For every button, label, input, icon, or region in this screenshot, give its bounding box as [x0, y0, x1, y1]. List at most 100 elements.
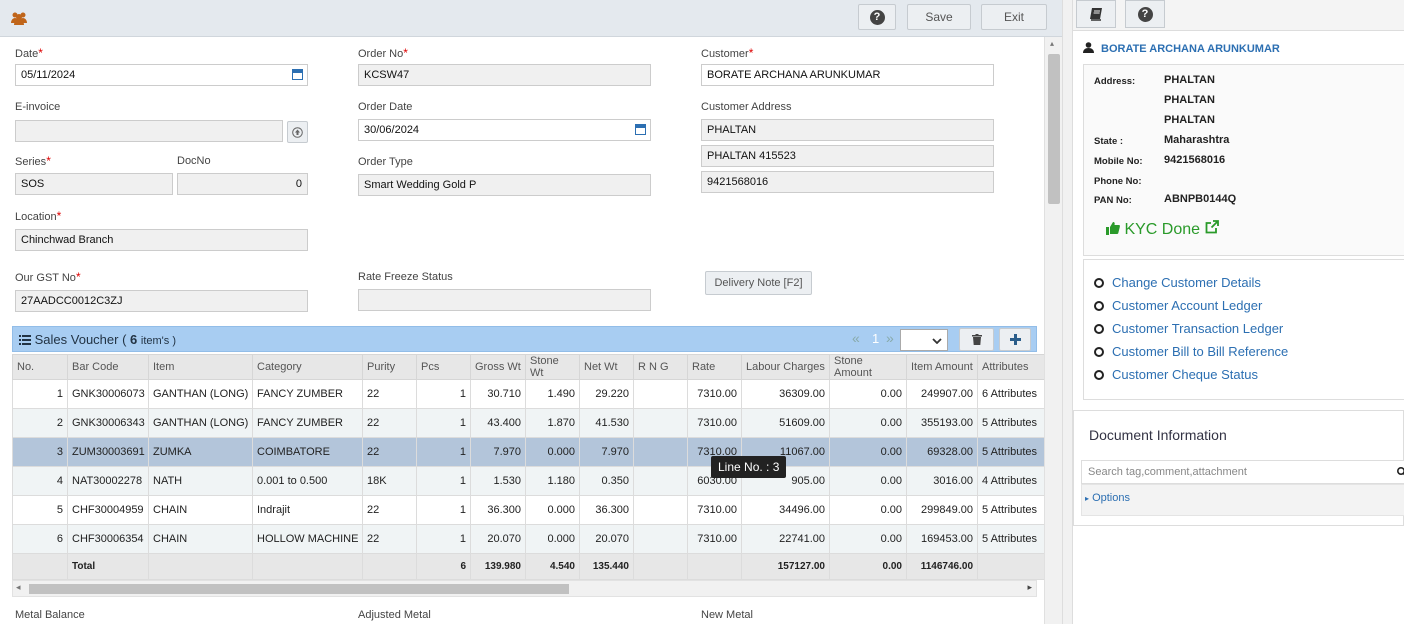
- customer-account-ledger-link[interactable]: Customer Account Ledger: [1094, 298, 1262, 313]
- table-cell[interactable]: 7310.00: [687, 495, 742, 525]
- change-customer-details-link[interactable]: Change Customer Details: [1094, 275, 1261, 290]
- table-cell[interactable]: [633, 437, 688, 467]
- table-cell[interactable]: NAT30002278: [67, 466, 149, 496]
- table-cell[interactable]: FANCY ZUMBER: [252, 379, 363, 409]
- table-cell[interactable]: 5 Attributes: [977, 495, 1044, 525]
- location-field[interactable]: Chinchwad Branch: [15, 229, 308, 251]
- table-cell[interactable]: CHAIN: [148, 495, 253, 525]
- table-cell[interactable]: 22: [362, 524, 417, 554]
- address-line2-field[interactable]: PHALTAN 415523: [701, 145, 994, 167]
- column-header[interactable]: R N G: [633, 354, 688, 380]
- table-cell[interactable]: 36309.00: [741, 379, 830, 409]
- table-cell[interactable]: 20.070: [470, 524, 526, 554]
- table-cell[interactable]: 22: [362, 379, 417, 409]
- order-type-field[interactable]: Smart Wedding Gold P: [358, 174, 651, 196]
- column-header[interactable]: Category: [252, 354, 363, 380]
- calendar-icon[interactable]: [635, 124, 646, 135]
- horizontal-scroll-thumb[interactable]: [29, 584, 569, 594]
- table-row[interactable]: 6 CHF30006354 CHAIN HOLLOW MACHINE 22 1 20.070…: [12, 524, 1044, 554]
- table-cell[interactable]: 355193.00: [906, 408, 978, 438]
- vertical-scrollbar[interactable]: ▴: [1044, 37, 1062, 624]
- table-cell[interactable]: [633, 524, 688, 554]
- table-cell[interactable]: 29.220: [579, 379, 634, 409]
- table-cell[interactable]: 4 Attributes: [977, 466, 1044, 496]
- options-toggle[interactable]: ▸ Options: [1081, 484, 1404, 516]
- table-cell[interactable]: 0.000: [525, 524, 580, 554]
- column-header[interactable]: Net Wt: [579, 354, 634, 380]
- table-cell[interactable]: 1: [416, 437, 471, 467]
- table-cell[interactable]: CHF30006354: [67, 524, 149, 554]
- table-cell[interactable]: 0.00: [829, 466, 907, 496]
- table-cell[interactable]: 6 Attributes: [977, 379, 1044, 409]
- table-cell[interactable]: 41.530: [579, 408, 634, 438]
- table-row[interactable]: 5 CHF30004959 CHAIN Indrajit 22 1 36.300 0.000 3…: [12, 495, 1044, 525]
- table-cell[interactable]: 1: [416, 408, 471, 438]
- table-cell[interactable]: 3016.00: [906, 466, 978, 496]
- panel-splitter[interactable]: [1062, 0, 1073, 624]
- table-cell[interactable]: 7310.00: [687, 408, 742, 438]
- table-cell[interactable]: 7.970: [470, 437, 526, 467]
- table-cell[interactable]: CHF30004959: [67, 495, 149, 525]
- table-cell[interactable]: 43.400: [470, 408, 526, 438]
- address-line1-field[interactable]: PHALTAN: [701, 119, 994, 141]
- address-line3-field[interactable]: 9421568016: [701, 171, 994, 193]
- table-cell[interactable]: 1.530: [470, 466, 526, 496]
- page-size-select[interactable]: [900, 329, 948, 351]
- horizontal-scrollbar[interactable]: ◂ ▸: [12, 580, 1037, 597]
- table-cell[interactable]: 0.00: [829, 495, 907, 525]
- delete-row-button[interactable]: [959, 328, 994, 351]
- column-header[interactable]: Bar Code: [67, 354, 149, 380]
- table-cell[interactable]: 1: [12, 379, 68, 409]
- table-cell[interactable]: COIMBATORE: [252, 437, 363, 467]
- einvoice-upload-button[interactable]: [287, 121, 308, 143]
- table-cell[interactable]: ZUMKA: [148, 437, 253, 467]
- table-cell[interactable]: 5 Attributes: [977, 524, 1044, 554]
- delivery-note-button[interactable]: Delivery Note [F2]: [705, 271, 812, 295]
- table-cell[interactable]: GNK30006343: [67, 408, 149, 438]
- table-cell[interactable]: 299849.00: [906, 495, 978, 525]
- table-cell[interactable]: 0.350: [579, 466, 634, 496]
- table-cell[interactable]: 1.490: [525, 379, 580, 409]
- table-cell[interactable]: 5 Attributes: [977, 437, 1044, 467]
- table-cell[interactable]: 0.000: [525, 495, 580, 525]
- table-cell[interactable]: GNK30006073: [67, 379, 149, 409]
- table-cell[interactable]: 4: [12, 466, 68, 496]
- customer-bill-reference-link[interactable]: Customer Bill to Bill Reference: [1094, 344, 1288, 359]
- column-header[interactable]: Item: [148, 354, 253, 380]
- table-cell[interactable]: [633, 495, 688, 525]
- table-cell[interactable]: 169453.00: [906, 524, 978, 554]
- table-row[interactable]: 1 GNK30006073 GANTHAN (LONG) FANCY ZUMBER 22…: [12, 379, 1044, 409]
- help-button[interactable]: ?: [858, 4, 896, 30]
- series-field[interactable]: SOS: [15, 173, 173, 195]
- einvoice-field[interactable]: [15, 120, 283, 142]
- table-cell[interactable]: 1: [416, 524, 471, 554]
- column-header[interactable]: Rate: [687, 354, 742, 380]
- customer-cheque-status-link[interactable]: Customer Cheque Status: [1094, 367, 1258, 382]
- date-field[interactable]: 05/11/2024: [15, 64, 308, 86]
- table-cell[interactable]: 0.00: [829, 408, 907, 438]
- kyc-status-link[interactable]: KYC Done: [1106, 220, 1219, 239]
- table-cell[interactable]: 6: [12, 524, 68, 554]
- column-header[interactable]: Pcs: [416, 354, 471, 380]
- table-cell[interactable]: GANTHAN (LONG): [148, 408, 253, 438]
- docno-field[interactable]: 0: [177, 173, 308, 195]
- table-cell[interactable]: 1: [416, 466, 471, 496]
- table-cell[interactable]: 36.300: [470, 495, 526, 525]
- table-cell[interactable]: 22: [362, 495, 417, 525]
- column-header[interactable]: No.: [12, 354, 68, 380]
- column-header[interactable]: Labour Charges: [741, 354, 830, 380]
- table-cell[interactable]: 1: [416, 379, 471, 409]
- table-cell[interactable]: 1.870: [525, 408, 580, 438]
- table-cell[interactable]: 249907.00: [906, 379, 978, 409]
- vertical-scroll-thumb[interactable]: [1048, 54, 1060, 204]
- gst-field[interactable]: 27AADCC0012C3ZJ: [15, 290, 308, 312]
- column-header[interactable]: Stone Amount: [829, 354, 907, 380]
- table-cell[interactable]: 22741.00: [741, 524, 830, 554]
- table-cell[interactable]: 36.300: [579, 495, 634, 525]
- table-cell[interactable]: 22: [362, 408, 417, 438]
- pager-prev[interactable]: «: [852, 330, 860, 346]
- rate-freeze-field[interactable]: [358, 289, 651, 311]
- order-no-field[interactable]: KCSW47: [358, 64, 651, 86]
- table-cell[interactable]: 1.180: [525, 466, 580, 496]
- table-cell[interactable]: 51609.00: [741, 408, 830, 438]
